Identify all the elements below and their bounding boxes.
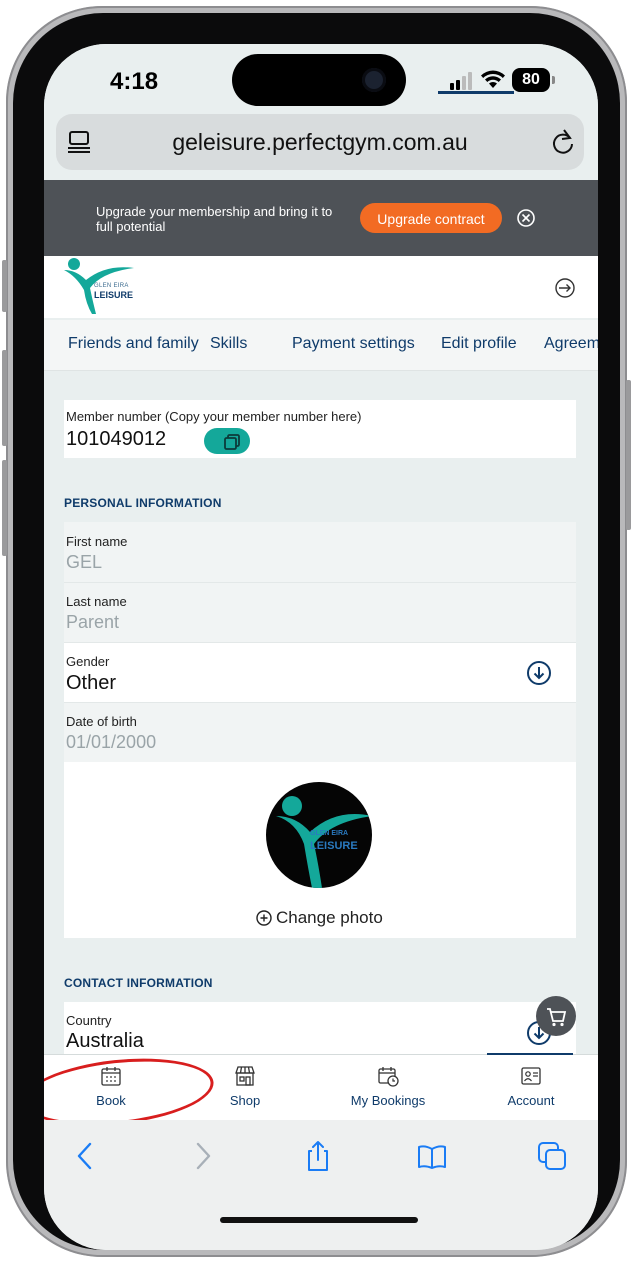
add-circle-icon[interactable]	[256, 910, 272, 926]
battery-icon	[552, 76, 555, 84]
country-label: Country	[66, 1013, 112, 1028]
tabs-icon[interactable]	[536, 1140, 568, 1172]
reader-mode-icon[interactable]	[68, 130, 90, 154]
active-nav-indicator	[487, 1053, 573, 1055]
upgrade-contract-button[interactable]: Upgrade contract	[360, 203, 502, 233]
personal-information-title: PERSONAL INFORMATION	[64, 496, 222, 510]
home-indicator	[220, 1217, 418, 1223]
address-bar[interactable]: geleisure.perfectgym.com.au	[56, 114, 584, 170]
member-number-value: 101049012	[66, 428, 167, 450]
date-of-birth-label: Date of birth	[66, 714, 137, 729]
gender-select[interactable]	[64, 643, 576, 702]
member-number-label: Member number (Copy your member number h…	[66, 409, 362, 424]
copy-member-number-button[interactable]	[204, 428, 250, 454]
shop-icon	[235, 1066, 255, 1086]
bookmarks-icon[interactable]	[416, 1140, 448, 1172]
nav-account-label: Account	[507, 1093, 555, 1108]
first-name-value: GEL	[66, 552, 103, 572]
first-name-field	[64, 522, 576, 582]
nav-account[interactable]: Account	[464, 1055, 598, 1121]
date-of-birth-value: 01/01/2000	[66, 732, 157, 752]
last-name-field	[64, 583, 576, 642]
tab-edit-profile[interactable]: Edit profile	[441, 335, 517, 353]
tab-skills[interactable]: Skills	[210, 335, 247, 353]
share-icon[interactable]	[302, 1140, 334, 1172]
camera-icon	[362, 68, 386, 92]
chevron-down-icon[interactable]	[526, 660, 552, 686]
logo-text: LEISURE	[94, 290, 134, 300]
id-card-icon	[521, 1067, 541, 1085]
country-value[interactable]: Australia	[66, 1030, 144, 1053]
status-time: 4:18	[110, 68, 159, 95]
change-photo-link[interactable]: Change photo	[276, 908, 383, 928]
power-button	[626, 380, 631, 530]
cart-button[interactable]	[536, 996, 576, 1036]
tab-agreements[interactable]: Agreem	[544, 335, 598, 353]
logout-icon[interactable]	[554, 277, 576, 299]
last-name-value: Parent	[66, 612, 120, 632]
signal-icon	[450, 72, 472, 90]
first-name-label: First name	[66, 534, 128, 549]
gender-value[interactable]: Other	[66, 672, 116, 695]
cart-icon	[547, 1008, 567, 1027]
battery-level: 80	[512, 68, 550, 92]
wifi-icon	[481, 70, 505, 88]
copy-icon	[224, 434, 240, 450]
logo-text-top: GLEN EIRA	[94, 283, 129, 289]
avatar-text-bottom: LEISURE	[310, 840, 358, 852]
forward-icon[interactable]	[186, 1140, 218, 1172]
phone-screen: 4:18 80 geleisure.perfectgym.com.au Upgr…	[44, 44, 598, 1250]
gender-label: Gender	[66, 654, 110, 669]
url-text[interactable]: geleisure.perfectgym.com.au	[56, 114, 584, 170]
volume-up-button	[2, 350, 7, 446]
calendar-clock-icon	[378, 1067, 399, 1087]
nav-my-bookings-label: My Bookings	[350, 1093, 426, 1108]
avatar: GLEN EIRA LEISURE	[266, 782, 372, 888]
active-tab-indicator	[438, 91, 514, 94]
close-banner-icon[interactable]	[516, 208, 536, 228]
avatar-text-top: GLEN EIRA	[310, 830, 349, 837]
banner-text: Upgrade your membership and bring it to …	[96, 204, 333, 234]
reload-icon[interactable]	[550, 128, 576, 156]
volume-down-button	[2, 460, 7, 556]
nav-my-bookings[interactable]: My Bookings	[312, 1055, 464, 1121]
tab-payment-settings[interactable]: Payment settings	[292, 335, 415, 353]
last-name-label: Last name	[66, 594, 127, 609]
back-icon[interactable]	[70, 1140, 102, 1172]
contact-information-title: CONTACT INFORMATION	[64, 976, 213, 990]
side-button	[2, 260, 7, 312]
tab-friends-and-family[interactable]: Friends and family	[68, 335, 199, 353]
profile-tabs: Friends and family Skills Payment settin…	[44, 320, 598, 371]
